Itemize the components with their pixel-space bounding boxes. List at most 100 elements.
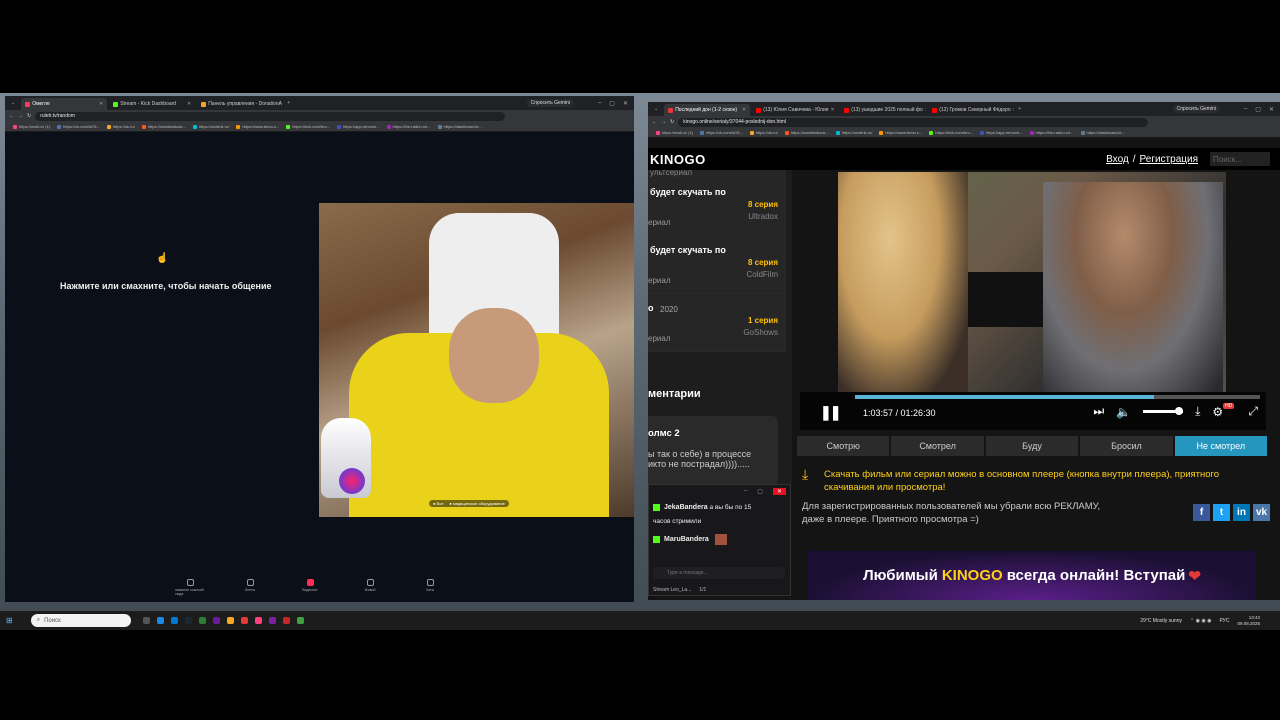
taskbar-search[interactable]: ⌕ Поиск: [30, 614, 131, 627]
maximize-icon[interactable]: ▢: [757, 488, 763, 495]
browser-tab[interactable]: Омегле ✕: [21, 98, 108, 110]
browser-tab[interactable]: Последний дон (1-2 сезон) ✕: [664, 104, 751, 116]
bookmark[interactable]: https://app.remove...: [980, 130, 1023, 135]
gemini-button[interactable]: Спросить Gemini: [526, 99, 574, 107]
new-tab-button[interactable]: +: [1018, 106, 1021, 112]
tab-close-icon[interactable]: ✕: [187, 101, 191, 107]
address-input[interactable]: kinogo.online/serialy/37044-poslednij-do…: [678, 117, 1149, 127]
omegle-nav-item[interactable]: Видеочат: [295, 579, 325, 596]
gemini-button[interactable]: Спросить Gemini: [1172, 105, 1220, 113]
bookmark[interactable]: https://app.remove...: [337, 124, 380, 129]
tab-close-icon[interactable]: ✕: [830, 107, 834, 113]
share-f-icon[interactable]: f: [1193, 504, 1210, 521]
volume-slider[interactable]: [1143, 407, 1184, 415]
forward-icon[interactable]: →: [661, 119, 666, 125]
status-button[interactable]: Смотрю: [797, 436, 890, 456]
pause-icon[interactable]: ❚❚: [820, 404, 842, 421]
kinogo-banner[interactable]: Любимый KINOGO всегда онлайн! Вступай ❤: [808, 551, 1256, 600]
chat-input[interactable]: Type a message...: [653, 567, 785, 579]
app-icon[interactable]: [268, 617, 276, 624]
bookmark[interactable]: https://dashboard.ki...: [437, 124, 482, 129]
login-link[interactable]: Вход: [1106, 154, 1129, 165]
app-icon[interactable]: [254, 617, 262, 624]
omegle-nav-item[interactable]: Ленты: [235, 579, 265, 596]
app-icon[interactable]: [198, 617, 206, 624]
status-button[interactable]: Не смотрел: [1174, 436, 1268, 456]
bookmark[interactable]: https://vk.com/id78...: [57, 124, 100, 129]
register-link[interactable]: Регистрация: [1140, 154, 1198, 165]
reload-icon[interactable]: ↻: [27, 113, 31, 119]
omegle-nav-item[interactable]: Чаты: [415, 579, 445, 596]
close-icon[interactable]: ✕: [1269, 106, 1274, 113]
bookmark[interactable]: https://the-radio.ru/r...: [1029, 130, 1074, 135]
chat-user[interactable]: JekaBandera: [664, 504, 708, 511]
store-icon[interactable]: [170, 617, 178, 624]
new-tab-button[interactable]: +: [287, 100, 290, 106]
sidebar-series-item[interactable]: о 2020 ериал 1 серия GoShows: [648, 294, 786, 352]
video-frame[interactable]: [838, 172, 1226, 394]
bookmark[interactable]: https://vk.com/id78...: [700, 130, 743, 135]
fullscreen-icon[interactable]: ⤢: [1248, 404, 1258, 419]
tab-close-icon[interactable]: ✕: [1013, 107, 1015, 113]
language-indicator[interactable]: РУС: [1219, 618, 1229, 624]
bookmark[interactable]: https://wordlanbook...: [141, 124, 186, 129]
bookmark[interactable]: https://onelink.ru/: [192, 124, 229, 129]
tab-search-icon[interactable]: ⌄: [654, 106, 658, 112]
browser-tab[interactable]: (13) Юлия Савичева - Юлия ✕: [752, 104, 838, 116]
start-icon[interactable]: ⊞: [6, 616, 13, 625]
explorer-icon[interactable]: [226, 617, 234, 624]
download-icon[interactable]: ⤓: [1195, 404, 1200, 419]
bookmark[interactable]: https://www.temu.c...: [879, 130, 922, 135]
bookmark[interactable]: https://the-radio.ru/r...: [386, 124, 431, 129]
tab-close-icon[interactable]: ✕: [742, 107, 746, 113]
close-icon[interactable]: ✕: [772, 487, 786, 495]
bookmark[interactable]: https://www.temu.c...: [236, 124, 279, 129]
next-icon[interactable]: ⏭: [1093, 404, 1104, 419]
bookmark[interactable]: https://onelink.ru/: [835, 130, 872, 135]
edge-icon[interactable]: [156, 617, 164, 624]
close-icon[interactable]: ✕: [623, 100, 628, 107]
chrome-icon[interactable]: [240, 617, 248, 624]
browser-tab[interactable]: (13) ушедшие 2025 полный фо✕: [840, 104, 926, 116]
tab-search-icon[interactable]: ⌄: [11, 100, 15, 106]
bookmark[interactable]: https://mail.ru/ (1): [13, 124, 50, 129]
settings-icon[interactable]: ⚙: [1212, 405, 1223, 419]
app-icon[interactable]: [212, 617, 220, 624]
reload-icon[interactable]: ↻: [670, 119, 674, 125]
sidebar-series-item[interactable]: будет скучать по ериал 8 серия Ultradox: [648, 178, 786, 236]
bookmark[interactable]: https://ok.ru/: [106, 124, 135, 129]
minimize-icon[interactable]: –: [1244, 106, 1247, 113]
share-vk-icon[interactable]: vk: [1253, 504, 1270, 521]
back-icon[interactable]: ←: [652, 119, 657, 125]
share-t-icon[interactable]: t: [1213, 504, 1230, 521]
clock[interactable]: 13:42 09.08.2025: [1237, 615, 1260, 627]
minimize-icon[interactable]: –: [744, 488, 747, 494]
app-icon[interactable]: [296, 617, 304, 624]
sidebar-series-item[interactable]: будет скучать по ериал 8 серия ColdFilm: [648, 236, 786, 294]
search-input[interactable]: Поиск...: [1210, 152, 1270, 166]
bookmark[interactable]: https://dashboard.ki...: [1080, 130, 1125, 135]
volume-icon[interactable]: 🔈: [1116, 405, 1131, 419]
bookmark[interactable]: https://ok.ru/: [749, 130, 778, 135]
status-button[interactable]: Буду: [985, 436, 1079, 456]
back-icon[interactable]: ←: [9, 113, 14, 119]
progress-bar[interactable]: [855, 395, 1260, 399]
omegle-nav-item[interactable]: Живой: [355, 579, 385, 596]
bookmark[interactable]: https://mail.ru/ (1): [656, 130, 693, 135]
steam-icon[interactable]: [184, 617, 192, 624]
weather-widget[interactable]: 29°C Mostly sunny: [1140, 618, 1182, 624]
kinogo-logo[interactable]: KINOGO: [650, 152, 706, 167]
task-view-icon[interactable]: [142, 617, 150, 624]
tab-close-icon[interactable]: ✕: [99, 101, 103, 107]
maximize-icon[interactable]: ▢: [609, 100, 615, 107]
tray-icons[interactable]: ⌃ ◉ ◉ ◉: [1190, 618, 1211, 624]
omegle-nav-item[interactable]: нажмите ссылкой сюда: [175, 579, 205, 596]
minimize-icon[interactable]: –: [598, 100, 601, 107]
status-button[interactable]: Смотрел: [891, 436, 984, 456]
tab-close-icon[interactable]: ✕: [925, 107, 926, 113]
status-button[interactable]: Бросил: [1080, 436, 1173, 456]
start-chat-prompt[interactable]: Нажмите или смахните, чтобы начать общен…: [60, 281, 272, 291]
browser-tab[interactable]: Панель управления - DonationA✕: [197, 98, 283, 110]
bookmark[interactable]: https://wordlanbook...: [784, 130, 829, 135]
bookmark[interactable]: https://kick.com/bro...: [286, 124, 330, 129]
